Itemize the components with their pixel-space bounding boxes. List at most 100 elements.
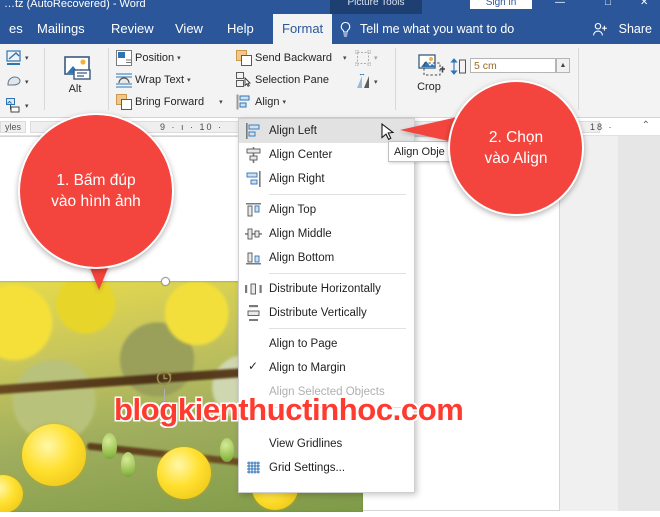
menu-item-align-to-page[interactable]: Align to Page	[239, 332, 414, 356]
share-person-icon	[592, 22, 608, 42]
crop-icon	[415, 54, 445, 80]
flower-bud	[101, 433, 117, 460]
callout-2-line-1: 2. Chọn	[488, 129, 544, 146]
picture-border-caret[interactable]: ▾	[25, 54, 29, 62]
tab-styles[interactable]: es	[0, 14, 32, 44]
menu-item-distribute-vertically[interactable]: Distribute Vertically	[239, 301, 414, 325]
tell-me-search[interactable]: Tell me what you want to do	[360, 14, 514, 44]
align-middle-icon	[245, 226, 262, 242]
rotate-objects-caret[interactable]: ▾	[374, 78, 378, 86]
tab-help[interactable]: Help	[218, 14, 263, 44]
contextual-tools-label: Picture Tools	[330, 0, 422, 14]
align-caret[interactable]: ▾	[282, 98, 286, 106]
menu-item-view-gridlines[interactable]: View Gridlines	[239, 432, 414, 456]
share-button[interactable]: Share	[619, 14, 652, 44]
distribute-h-icon	[245, 281, 262, 297]
collapse-ribbon-caret-icon[interactable]: ⌃	[642, 120, 650, 131]
menu-item-align-right[interactable]: Align Right	[239, 167, 414, 191]
tab-review[interactable]: Review	[102, 14, 163, 44]
menu-item-label: Align Left	[269, 125, 317, 137]
menu-item-label: Align Right	[269, 173, 325, 185]
menu-item-label: Align Bottom	[269, 252, 335, 264]
bring-forward-label: Bring Forward	[135, 96, 205, 108]
menu-item-align-bottom[interactable]: Align Bottom	[239, 246, 414, 270]
menu-item-align-to-margin[interactable]: ✓ Align to Margin	[239, 356, 414, 380]
crop-button[interactable]: Crop	[406, 54, 452, 93]
sign-in-button[interactable]: Sign in	[470, 0, 532, 9]
menu-item-grid-settings[interactable]: Grid Settings...	[239, 456, 414, 480]
group-objects-button[interactable]: ▾	[354, 49, 378, 67]
picture-effects-icon[interactable]: ▾	[6, 74, 29, 90]
rotate-handle-icon[interactable]	[155, 369, 175, 389]
alt-text-icon	[61, 56, 91, 82]
menu-item-align-top[interactable]: Align Top	[239, 198, 414, 222]
picture-border-icon[interactable]: ▾	[6, 50, 29, 66]
bring-forward-caret[interactable]: ▾	[219, 98, 223, 106]
alt-text-button[interactable]: Alt	[52, 56, 98, 95]
send-backward-label: Send Backward	[255, 52, 333, 64]
align-button[interactable]: Align ▾	[236, 94, 286, 110]
menu-item-label: Distribute Vertically	[269, 307, 367, 319]
check-icon: ✓	[248, 359, 259, 373]
shape-height-icon	[450, 58, 468, 75]
rotate-objects-icon	[355, 73, 371, 90]
blossom	[157, 447, 212, 500]
picture-effects-caret[interactable]: ▾	[25, 78, 29, 86]
tab-format[interactable]: Format	[273, 14, 333, 44]
menu-separator	[269, 328, 406, 329]
tab-mailings[interactable]: Mailings	[28, 14, 94, 44]
callout-1: 1. Bấm đúp vào hình ảnh	[18, 113, 174, 269]
distribute-v-icon	[245, 305, 262, 322]
ribbon-tab-strip: es Mailings Review View Help Format Tell…	[0, 14, 660, 44]
callout-2-line-2: vào Align	[484, 150, 548, 167]
send-backward-button[interactable]: Send Backward ▾	[236, 50, 347, 66]
shape-height-input[interactable]: 5 cm	[470, 58, 556, 73]
ruler-left-label: yles	[0, 121, 26, 133]
align-icon	[236, 94, 252, 110]
menu-item-label: Align Center	[269, 149, 333, 161]
ruler-ticks-right: 18 ·	[590, 122, 614, 132]
picture-layout-caret[interactable]: ▾	[25, 102, 29, 110]
wrap-text-caret[interactable]: ▾	[187, 76, 191, 84]
menu-item-label: Align Top	[269, 204, 317, 216]
align-dropdown-menu[interactable]: Align Left Align Center Align Right Alig…	[238, 118, 415, 493]
send-backward-icon	[236, 50, 252, 66]
align-left-icon	[245, 123, 262, 139]
position-button[interactable]: Position ▾	[116, 50, 181, 66]
scroll-gutter[interactable]	[618, 136, 660, 511]
menu-separator	[269, 194, 406, 195]
restore-button[interactable]: □	[605, 0, 611, 10]
alt-text-label: Alt	[68, 83, 82, 95]
close-button[interactable]: ✕	[640, 0, 648, 10]
tab-view[interactable]: View	[166, 14, 212, 44]
send-backward-caret[interactable]: ▾	[343, 54, 347, 62]
bring-forward-button[interactable]: Bring Forward ▾	[116, 94, 223, 110]
minimize-button[interactable]: —	[555, 0, 565, 10]
lightbulb-icon	[338, 21, 353, 43]
menu-item-label: Align to Margin	[269, 362, 346, 374]
picture-layout-icon[interactable]: ▾	[6, 98, 29, 114]
callout-1-line-2: vào hình ảnh	[51, 193, 141, 210]
picture-border-glyph	[6, 50, 22, 66]
menu-item-label: Distribute Horizontally	[269, 283, 381, 295]
align-center-icon	[245, 147, 262, 163]
crop-label: Crop	[417, 81, 441, 93]
wrap-text-icon	[116, 72, 132, 88]
menu-item-label: Grid Settings...	[269, 462, 346, 474]
menu-separator	[269, 273, 406, 274]
picture-effects-glyph	[6, 74, 22, 90]
menu-item-align-middle[interactable]: Align Middle	[239, 222, 414, 246]
menu-item-distribute-horizontally[interactable]: Distribute Horizontally	[239, 277, 414, 301]
group-objects-caret[interactable]: ▾	[374, 54, 378, 62]
ruler-ticks-left: 9 · ı · 10 ·	[160, 122, 224, 132]
selection-pane-button[interactable]: Selection Pane	[236, 72, 329, 88]
menu-item-label: Align Middle	[269, 228, 332, 240]
rotate-objects-button[interactable]: ▾	[355, 73, 378, 90]
position-label: Position	[135, 52, 175, 64]
resize-handle-top-center[interactable]	[161, 277, 170, 286]
position-caret[interactable]: ▾	[177, 54, 181, 62]
menu-item-label: View Gridlines	[269, 438, 343, 450]
wrap-text-button[interactable]: Wrap Text ▾	[116, 72, 191, 88]
picture-layout-glyph	[6, 98, 22, 114]
shape-height-spin-up[interactable]: ▲	[556, 58, 570, 73]
